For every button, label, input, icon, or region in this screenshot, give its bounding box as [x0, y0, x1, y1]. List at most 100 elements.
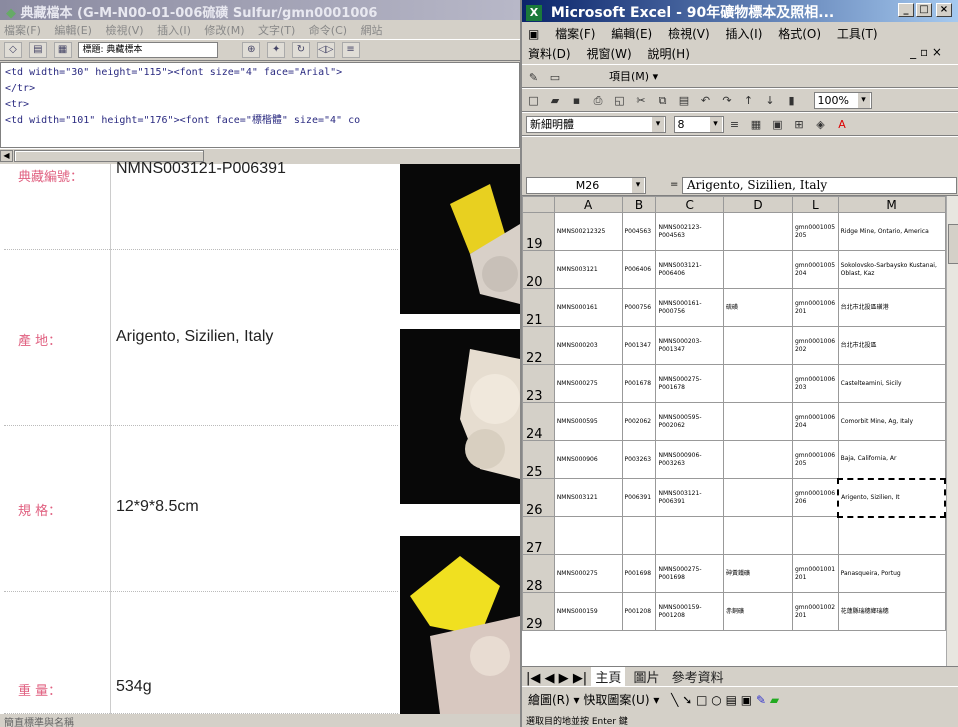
cut-icon[interactable]: ✂	[634, 93, 649, 108]
cell-m[interactable]: Castelteamini, Sicily	[837, 364, 946, 403]
line-color-icon[interactable]: ✎	[756, 693, 766, 707]
row-header[interactable]: 22	[522, 326, 555, 365]
currency-icon[interactable]: ▣	[770, 117, 785, 132]
cell-a[interactable]: NMNS000275	[553, 364, 623, 403]
fill-bucket-icon[interactable]: ▰	[770, 693, 779, 707]
cell-b[interactable]: P003263	[621, 440, 657, 479]
align-center-icon[interactable]: ≡	[727, 117, 742, 132]
close-icon[interactable]: ×	[936, 3, 952, 17]
menu-format[interactable]: 格式(O)	[778, 27, 821, 41]
save-icon[interactable]: ▪	[569, 93, 584, 108]
menu-insert[interactable]: 插入(I)	[725, 27, 762, 41]
cell-m[interactable]: Sokolovsko-Sarbaysko Kustanai, Oblast, K…	[837, 250, 946, 289]
cell-l[interactable]: gmn0001006 204	[791, 402, 839, 441]
editor-menu-site[interactable]: 網站	[361, 24, 383, 37]
font-size-select[interactable]: 8	[673, 116, 724, 133]
cell-l[interactable]: gmn0001006 202	[791, 326, 839, 365]
tab-nav-first-icon[interactable]: |◀	[526, 671, 540, 686]
cell-d[interactable]	[723, 364, 793, 403]
cell-c[interactable]: NMNS002123-P004563	[655, 212, 725, 251]
specimen-photo[interactable]	[400, 164, 520, 314]
cell-c[interactable]: NMNS003121-P006406	[655, 250, 725, 289]
cell-m[interactable]: Panasqueira, Portug	[837, 554, 946, 593]
cell-d[interactable]	[723, 516, 793, 555]
line-icon[interactable]: ╲	[671, 693, 678, 707]
split-view-icon[interactable]: ▤	[28, 42, 47, 58]
formula-input[interactable]: Arigento, Sizilien, Italy	[682, 177, 957, 194]
sheet-tab[interactable]: 參考資料	[667, 667, 728, 687]
review-icon[interactable]: ✎	[526, 70, 541, 85]
row-value[interactable]: NMNS003121-P006391	[116, 160, 286, 178]
cell-d[interactable]	[723, 212, 793, 251]
column-header[interactable]: M	[837, 196, 946, 213]
cell-a[interactable]	[553, 516, 623, 555]
cell-a[interactable]: NMNS003121	[553, 478, 623, 517]
open-icon[interactable]: ▰	[548, 93, 563, 108]
row-value[interactable]: 534g	[116, 678, 152, 696]
cell-b[interactable]: P002062	[621, 402, 657, 441]
tab-nav-last-icon[interactable]: ▶|	[573, 671, 587, 686]
editor-menu-text[interactable]: 文字(T)	[258, 24, 295, 37]
editor-menu-modify[interactable]: 修改(M)	[204, 24, 244, 37]
cell-l[interactable]	[791, 516, 839, 555]
textbox-icon[interactable]: ▤	[726, 693, 737, 707]
tab-nav-next-icon[interactable]: ▶	[559, 671, 569, 686]
row-value[interactable]: Arigento, Sizilien, Italy	[116, 328, 273, 346]
name-box[interactable]: M26	[526, 177, 646, 194]
preview-icon[interactable]: ◱	[612, 93, 627, 108]
code-icon[interactable]: ◁▷	[316, 42, 335, 58]
cell-l[interactable]: gmn0001006 205	[791, 440, 839, 479]
cell-l[interactable]: gmn0001006 206	[791, 478, 839, 517]
cell-b[interactable]: P001347	[621, 326, 657, 365]
title-field[interactable]: 標題: 典藏標本	[78, 42, 219, 58]
menu-view[interactable]: 檢視(V)	[668, 27, 710, 41]
cell-d[interactable]: 硫磺	[723, 288, 793, 327]
editor-menu-command[interactable]: 命令(C)	[309, 24, 347, 37]
zoom-select[interactable]: 100%	[813, 92, 872, 109]
arrow-icon[interactable]: ➘	[682, 693, 692, 707]
chart-icon[interactable]: ▮	[784, 93, 799, 108]
row-header[interactable]: 20	[522, 250, 555, 289]
cell-m[interactable]: 花蓮縣瑞穗鄉瑞穗	[837, 592, 946, 631]
cell-m[interactable]: Ridge Mine, Ontario, America	[837, 212, 946, 251]
cell-d[interactable]	[723, 250, 793, 289]
row-header[interactable]: 21	[522, 288, 555, 327]
cell-l[interactable]: gmn0001006 203	[791, 364, 839, 403]
cell-d[interactable]	[723, 402, 793, 441]
editor-menu-insert[interactable]: 插入(I)	[157, 24, 191, 37]
new-icon[interactable]: □	[526, 93, 541, 108]
menu-edit[interactable]: 編輯(E)	[611, 27, 652, 41]
cell-m[interactable]: 台北市北投區磺港	[837, 288, 946, 327]
code-pane[interactable]: <td width="30" height="115"><font size="…	[0, 62, 520, 148]
cell-b[interactable]: P004563	[621, 212, 657, 251]
cell-m[interactable]: Comorbit Mine, Ag, Italy	[837, 402, 946, 441]
menu-data[interactable]: 資料(D)	[528, 47, 571, 61]
cell-a[interactable]: NMNS000161	[553, 288, 623, 327]
cell-l[interactable]: gmn0001001 201	[791, 554, 839, 593]
cell-b[interactable]: P001698	[621, 554, 657, 593]
column-header[interactable]: D	[723, 196, 793, 213]
maximize-icon[interactable]: □	[916, 3, 932, 17]
cell-c[interactable]: NMNS000159-P001208	[655, 592, 725, 631]
font-color-icon[interactable]: A	[835, 117, 850, 132]
design-view-icon[interactable]: ▦	[53, 42, 72, 58]
refresh-icon[interactable]: ↻	[291, 42, 310, 58]
borders-icon[interactable]: ⊞	[792, 117, 807, 132]
cell-m[interactable]: 台北市北投區	[837, 326, 946, 365]
debug-icon[interactable]: ✦	[267, 42, 286, 58]
cell-c[interactable]: NMNS000595-P002062	[655, 402, 725, 441]
cell-l[interactable]: gmn0001002 201	[791, 592, 839, 631]
paste-icon[interactable]: ▤	[677, 93, 692, 108]
oval-icon[interactable]: ○	[711, 693, 721, 707]
cell-b[interactable]: P001678	[621, 364, 657, 403]
cell-c[interactable]: NMNS000275-P001678	[655, 364, 725, 403]
cell-m[interactable]: Arigento, Sizilien, It	[837, 477, 946, 518]
sheet-tab[interactable]: 圖片	[629, 667, 664, 687]
editor-menu-file[interactable]: 檔案(F)	[4, 24, 41, 37]
comment-icon[interactable]: ▭	[548, 70, 563, 85]
cell-b[interactable]: P006406	[621, 250, 657, 289]
column-header[interactable]: L	[791, 196, 839, 213]
items-dropdown[interactable]: 項目(M) ▾	[609, 70, 658, 83]
cell-m[interactable]	[837, 516, 946, 555]
minimize-icon[interactable]: _	[898, 3, 914, 17]
